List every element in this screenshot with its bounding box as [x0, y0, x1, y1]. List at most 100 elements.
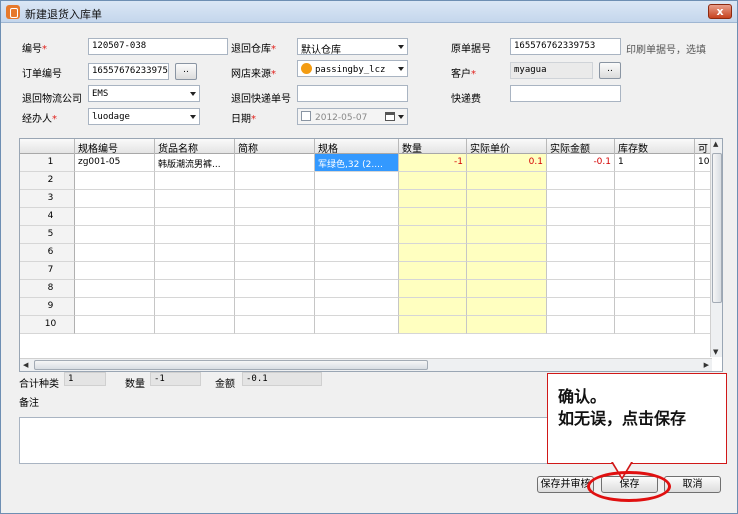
grid-cell-spec[interactable] [315, 262, 399, 280]
horizontal-scroll-thumb[interactable] [34, 360, 428, 370]
grid-cell-price[interactable] [467, 190, 547, 208]
save-and-audit-button[interactable]: 保存并审核 [537, 476, 594, 493]
grid-cell-qty[interactable] [399, 262, 467, 280]
grid-cell-short[interactable] [235, 172, 315, 190]
grid-cell-name[interactable] [155, 244, 235, 262]
grid-cell-price[interactable] [467, 280, 547, 298]
grid-cell-short[interactable] [235, 262, 315, 280]
grid-column-header[interactable]: 实际单价 [467, 139, 547, 154]
grid-cell-name[interactable] [155, 316, 235, 334]
vertical-scroll-thumb[interactable] [712, 153, 722, 303]
grid-cell-spec[interactable] [315, 208, 399, 226]
grid-cell-stock[interactable]: 1 [615, 154, 695, 172]
vertical-scrollbar[interactable]: ▲ ▼ [710, 139, 722, 357]
horizontal-scrollbar[interactable]: ◀ ▶ [20, 358, 712, 371]
grid-cell-spec[interactable] [315, 280, 399, 298]
scroll-down-icon[interactable]: ▼ [713, 348, 718, 356]
grid-cell-amount[interactable] [547, 280, 615, 298]
grid-cell-amount[interactable] [547, 172, 615, 190]
items-grid[interactable]: 规格编号 货品名称 简称 规格 数量 实际单价 实际金额 库存数可 1 zg001-05 韩版潮流… [19, 138, 723, 372]
grid-cell-short[interactable] [235, 280, 315, 298]
grid-cell-qty[interactable] [399, 316, 467, 334]
grid-column-header[interactable]: 货品名称 [155, 139, 235, 154]
calendar-icon[interactable] [385, 112, 395, 121]
grid-cell-short[interactable] [235, 244, 315, 262]
grid-cell-sku[interactable] [75, 316, 155, 334]
table-row[interactable]: 10 [20, 316, 715, 334]
customer-browse-button[interactable]: .. [599, 62, 621, 79]
grid-cell-sku[interactable] [75, 226, 155, 244]
grid-cell-sku[interactable] [75, 190, 155, 208]
table-row[interactable]: 1 zg001-05 韩版潮流男裤... 军绿色,32 (2.... -1 0.1 -0.1… [20, 154, 715, 172]
grid-cell-name[interactable] [155, 262, 235, 280]
grid-cell-name[interactable] [155, 226, 235, 244]
grid-cell-short[interactable] [235, 154, 315, 172]
table-row[interactable]: 2 [20, 172, 715, 190]
grid-cell-stock[interactable] [615, 244, 695, 262]
table-row[interactable]: 3 [20, 190, 715, 208]
table-row[interactable]: 9 [20, 298, 715, 316]
grid-cell-stock[interactable] [615, 190, 695, 208]
grid-cell-spec[interactable] [315, 190, 399, 208]
grid-cell-qty[interactable] [399, 226, 467, 244]
grid-cell-qty[interactable] [399, 190, 467, 208]
grid-cell-price[interactable] [467, 262, 547, 280]
grid-cell-amount[interactable] [547, 298, 615, 316]
scroll-left-icon[interactable]: ◀ [23, 361, 28, 369]
grid-cell-stock[interactable] [615, 172, 695, 190]
grid-cell-qty[interactable] [399, 208, 467, 226]
grid-cell-sku[interactable] [75, 172, 155, 190]
grid-cell-sku[interactable]: zg001-05 [75, 154, 155, 172]
grid-cell-qty[interactable]: -1 [399, 154, 467, 172]
grid-cell-name[interactable] [155, 298, 235, 316]
handler-select[interactable]: luodage [88, 108, 200, 125]
grid-column-header[interactable]: 规格 [315, 139, 399, 154]
grid-cell-name[interactable] [155, 280, 235, 298]
grid-cell-sku[interactable] [75, 262, 155, 280]
grid-cell-sku[interactable] [75, 280, 155, 298]
grid-column-header[interactable]: 规格编号 [75, 139, 155, 154]
grid-cell-price[interactable] [467, 316, 547, 334]
table-row[interactable]: 4 [20, 208, 715, 226]
grid-cell-qty[interactable] [399, 244, 467, 262]
grid-cell-spec[interactable] [315, 298, 399, 316]
grid-cell-stock[interactable] [615, 226, 695, 244]
grid-cell-short[interactable] [235, 190, 315, 208]
grid-cell-name[interactable] [155, 190, 235, 208]
grid-cell-short[interactable] [235, 298, 315, 316]
shipping-fee-input[interactable] [510, 85, 621, 102]
grid-cell-stock[interactable] [615, 280, 695, 298]
grid-cell-name[interactable] [155, 172, 235, 190]
cancel-button[interactable]: 取消 [664, 476, 721, 493]
title-bar[interactable]: 新建退货入库单 x [1, 1, 737, 23]
orig-no-input[interactable]: 165576762339753 [510, 38, 621, 55]
grid-cell-short[interactable] [235, 316, 315, 334]
grid-cell-sku[interactable] [75, 244, 155, 262]
close-button[interactable]: x [708, 4, 732, 19]
grid-cell-short[interactable] [235, 208, 315, 226]
grid-column-header[interactable]: 库存数 [615, 139, 695, 154]
grid-cell-sku[interactable] [75, 208, 155, 226]
grid-cell-price[interactable]: 0.1 [467, 154, 547, 172]
grid-cell-sku[interactable] [75, 298, 155, 316]
grid-cell-stock[interactable] [615, 316, 695, 334]
date-checkbox[interactable] [301, 111, 311, 121]
grid-cell-qty[interactable] [399, 280, 467, 298]
scroll-up-icon[interactable]: ▲ [713, 140, 718, 148]
grid-cell-amount[interactable]: -0.1 [547, 154, 615, 172]
table-row[interactable]: 6 [20, 244, 715, 262]
tracking-input[interactable] [297, 85, 408, 102]
grid-column-header[interactable]: 简称 [235, 139, 315, 154]
grid-cell-price[interactable] [467, 226, 547, 244]
grid-column-header[interactable]: 数量 [399, 139, 467, 154]
grid-cell-qty[interactable] [399, 172, 467, 190]
grid-cell-amount[interactable] [547, 262, 615, 280]
grid-cell-short[interactable] [235, 226, 315, 244]
scroll-right-icon[interactable]: ▶ [704, 361, 709, 369]
grid-cell-name[interactable] [155, 208, 235, 226]
date-picker[interactable]: 2012-05-07 [297, 108, 408, 125]
bianhao-input[interactable]: 120507-038 [88, 38, 228, 55]
grid-cell-price[interactable] [467, 208, 547, 226]
grid-cell-stock[interactable] [615, 208, 695, 226]
order-no-input[interactable]: 165576762339753 [88, 63, 169, 80]
